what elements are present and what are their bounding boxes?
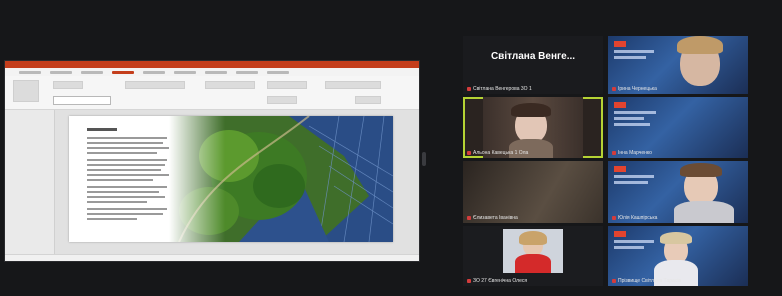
paste-icon: [13, 80, 39, 102]
mic-muted-icon: [612, 279, 616, 283]
participant-name-label: Юлія Кашпірська: [612, 215, 657, 221]
current-slide: [69, 116, 393, 242]
ribbon-tabs: [5, 68, 419, 76]
participant-tile[interactable]: Єлизавета Іванівна: [463, 161, 603, 223]
mic-muted-icon: [467, 216, 471, 220]
status-bar: [5, 254, 419, 261]
participant-tile[interactable]: Ірина Чернецька: [608, 36, 748, 94]
participant-tile[interactable]: Інна Марченко: [608, 97, 748, 158]
slide-thumbnails: [5, 110, 55, 256]
solar-forest-image: [169, 116, 393, 242]
toolbar-button: [355, 96, 381, 104]
ribbon-tab: [174, 70, 196, 74]
participant-tile[interactable]: Прізвище Світлана Тарасів: [608, 226, 748, 286]
ribbon-tab: [143, 70, 165, 74]
mic-muted-icon: [467, 87, 471, 91]
participant-hair: [677, 36, 723, 54]
ribbon-tab-active: [112, 70, 134, 74]
mic-muted-icon: [612, 151, 616, 155]
shared-screen[interactable]: [4, 60, 420, 262]
participant-hair: [680, 163, 722, 177]
participant-name-label: ЗО 27 Євгенічна Олеся: [467, 278, 527, 284]
ribbon-tab: [236, 70, 258, 74]
ribbon-tab: [50, 70, 72, 74]
mic-muted-icon: [467, 151, 471, 155]
mic-muted-icon: [612, 87, 616, 91]
participant-display-name: Світлана Венге...: [490, 51, 576, 62]
participant-name-label: Ірина Чернецька: [612, 86, 657, 92]
toolbar-button: [53, 81, 83, 89]
slide-workspace: [5, 110, 419, 256]
participant-name-label: Єлизавета Іванівна: [467, 215, 518, 221]
participant-name-label: Альона Кавецька 1 Ола: [467, 150, 528, 156]
font-size-field: [53, 96, 111, 105]
background-poster: [614, 41, 668, 69]
mic-muted-icon: [467, 279, 471, 283]
background-poster: [614, 102, 668, 130]
video-call-window: Світлана Венге... Світлана Венгерова 3О …: [0, 0, 782, 296]
participant-name-label: Світлана Венгерова 3О 1: [467, 86, 532, 92]
participant-tile[interactable]: Юлія Кашпірська: [608, 161, 748, 223]
participant-name-label: Інна Марченко: [612, 150, 652, 156]
ribbon-toolbar: [5, 76, 419, 110]
participant-hair: [519, 231, 547, 245]
ribbon-tab: [267, 70, 289, 74]
participant-hair: [511, 103, 551, 117]
panel-resize-handle[interactable]: [422, 152, 426, 166]
toolbar-button: [205, 81, 255, 89]
participant-hair: [660, 232, 692, 244]
background-poster: [614, 166, 668, 194]
toolbar-button: [267, 81, 307, 89]
ribbon-tab: [81, 70, 103, 74]
ribbon-tab: [19, 70, 41, 74]
participant-tile[interactable]: Світлана Венге... Світлана Венгерова 3О …: [463, 36, 603, 94]
toolbar-button: [267, 96, 297, 104]
participant-video: [463, 161, 603, 223]
ribbon-tab: [205, 70, 227, 74]
powerpoint-titlebar: [5, 61, 419, 68]
participant-shoulders: [674, 201, 734, 223]
mic-muted-icon: [612, 216, 616, 220]
participant-tile-active-speaker[interactable]: Альона Кавецька 1 Ола: [463, 97, 603, 158]
toolbar-button: [325, 81, 381, 89]
toolbar-button: [125, 81, 185, 89]
participant-tile[interactable]: ЗО 27 Євгенічна Олеся: [463, 226, 603, 286]
participant-clothing: [515, 254, 551, 273]
slide-text-block: [87, 128, 171, 223]
participant-name-label: Прізвище Світлана Тарасів: [612, 278, 681, 284]
